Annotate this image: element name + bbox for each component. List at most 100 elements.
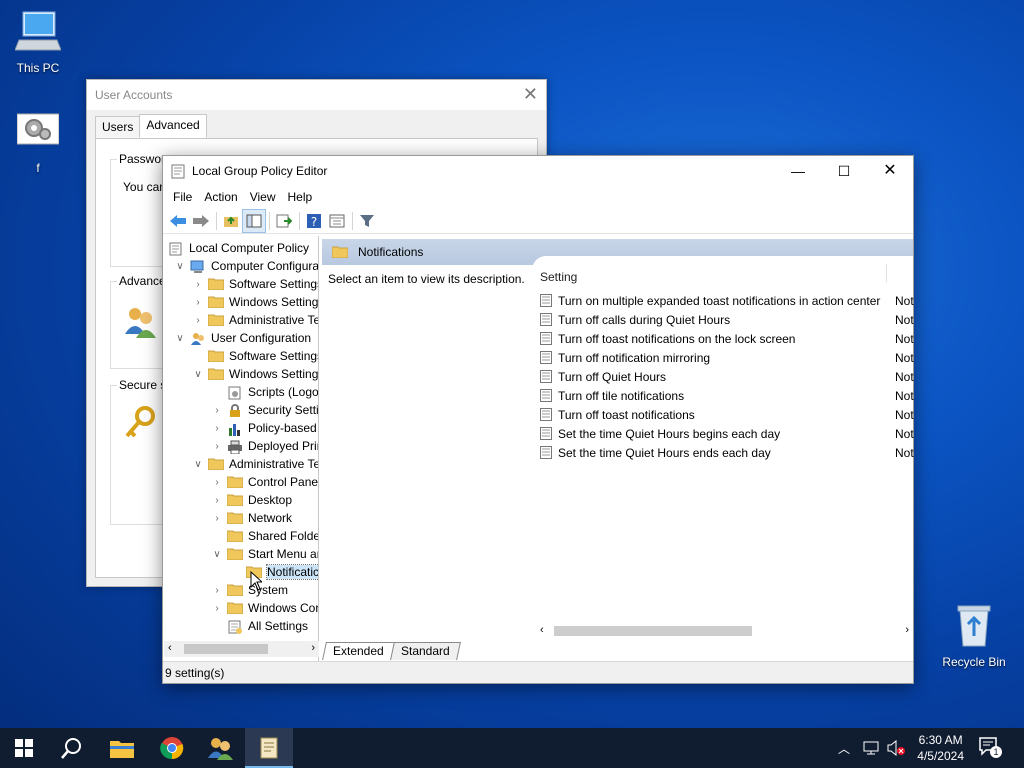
chevron-down-icon[interactable]: ∨: [174, 261, 186, 272]
scroll-thumb[interactable]: [184, 644, 268, 654]
minimize-button[interactable]: —: [775, 156, 821, 186]
menu-action[interactable]: Action: [198, 186, 243, 208]
tree-item[interactable]: ∨ Windows Setting: [192, 365, 318, 383]
list-item[interactable]: Turn off calls during Quiet Hours: [540, 310, 730, 329]
file-explorer-button[interactable]: [98, 728, 146, 768]
start-button[interactable]: [0, 728, 48, 768]
chevron-right-icon[interactable]: ›: [211, 603, 223, 614]
folder-icon: [207, 368, 225, 381]
tree-item[interactable]: All Settings: [211, 617, 308, 635]
tab-extended[interactable]: Extended: [322, 642, 395, 660]
network-icon[interactable]: [862, 740, 880, 756]
chevron-right-icon[interactable]: ›: [211, 423, 223, 434]
chevron-right-icon[interactable]: ›: [211, 513, 223, 524]
chevron-right-icon[interactable]: ›: [211, 585, 223, 596]
list-item[interactable]: Turn off toast notifications on the lock…: [540, 329, 795, 348]
chevron-right-icon[interactable]: ›: [211, 477, 223, 488]
tree-item[interactable]: › Security Settin: [211, 401, 318, 419]
chevron-right-icon[interactable]: ›: [211, 495, 223, 506]
policy-setting-icon: [540, 389, 552, 402]
tree-item-label: Computer Configura: [211, 259, 319, 273]
user-accounts-taskbar-button[interactable]: [196, 728, 244, 768]
close-button[interactable]: ✕: [867, 156, 913, 186]
chevron-down-icon[interactable]: ∨: [211, 549, 223, 560]
show-hide-tree-icon[interactable]: [242, 208, 266, 233]
volume-muted-icon[interactable]: [886, 740, 906, 756]
list-item[interactable]: Turn on multiple expanded toast notifica…: [540, 291, 880, 310]
tree-item-label: Desktop: [248, 493, 293, 507]
tree-item[interactable]: › Network: [211, 509, 292, 527]
list-item[interactable]: Turn off Quiet Hours: [540, 367, 666, 386]
settings-list: Setting Turn on multiple expanded toast …: [532, 256, 914, 630]
chevron-down-icon[interactable]: ∨: [174, 333, 186, 344]
back-arrow-icon[interactable]: [167, 210, 189, 232]
chevron-right-icon[interactable]: ›: [192, 315, 204, 326]
forward-arrow-icon[interactable]: [190, 210, 212, 232]
tree-item[interactable]: ∨ Start Menu ar: [211, 545, 318, 563]
tree-item[interactable]: Local Computer Policy: [168, 239, 309, 257]
group-policy-taskbar-button[interactable]: [245, 728, 293, 768]
menu-file[interactable]: File: [167, 186, 198, 208]
list-item[interactable]: Turn off tile notifications: [540, 386, 684, 405]
tab-advanced[interactable]: Advanced: [139, 114, 207, 138]
tree-item[interactable]: › Desktop: [211, 491, 292, 509]
column-header-setting[interactable]: Setting: [540, 270, 577, 284]
tree-item[interactable]: Software Settings: [192, 347, 318, 365]
chevron-right-icon[interactable]: ›: [192, 297, 204, 308]
tree-item[interactable]: › Policy-based: [211, 419, 317, 437]
tree-item[interactable]: › Software Settings: [192, 275, 318, 293]
export-list-icon[interactable]: [273, 210, 295, 232]
tree-item[interactable]: › Administrative Te: [192, 311, 319, 329]
chevron-right-icon[interactable]: ›: [192, 279, 204, 290]
tab-users[interactable]: Users: [95, 116, 141, 140]
scroll-left-icon[interactable]: ‹: [540, 624, 544, 636]
system-clock[interactable]: 6:30 AM 4/5/2024: [917, 732, 964, 764]
scroll-left-icon[interactable]: ‹: [168, 642, 172, 654]
menu-help[interactable]: Help: [282, 186, 319, 208]
properties-icon[interactable]: [326, 210, 348, 232]
chevron-down-icon[interactable]: ∨: [192, 369, 204, 380]
desktop-icon-f[interactable]: f: [0, 112, 76, 175]
up-folder-icon[interactable]: [220, 210, 242, 232]
filter-icon[interactable]: [356, 210, 378, 232]
list-item[interactable]: Turn off notification mirroring: [540, 348, 710, 367]
desktop-icon-this-pc[interactable]: This PC: [0, 10, 76, 75]
close-icon[interactable]: ✕: [523, 84, 538, 105]
tree-item[interactable]: Notificatic: [230, 563, 318, 581]
mouse-cursor-icon: [250, 571, 262, 591]
chevron-up-icon[interactable]: ︿: [838, 740, 850, 757]
scroll-right-icon[interactable]: ›: [905, 624, 909, 636]
search-button[interactable]: [48, 728, 96, 768]
tree-item[interactable]: ∨ Administrative Te: [192, 455, 318, 473]
tree-item[interactable]: Scripts (Logo: [211, 383, 318, 401]
menu-view[interactable]: View: [244, 186, 282, 208]
tree-item[interactable]: ∨ User Configuration: [174, 329, 311, 347]
maximize-button[interactable]: ☐: [821, 156, 867, 186]
chevron-down-icon[interactable]: ∨: [192, 459, 204, 470]
scroll-right-icon[interactable]: ›: [311, 642, 315, 654]
tree-item[interactable]: Shared Folder: [211, 527, 318, 545]
list-item[interactable]: Turn off toast notifications: [540, 405, 695, 424]
tree-hscrollbar[interactable]: ‹ ›: [164, 641, 319, 657]
chevron-right-icon[interactable]: ›: [211, 441, 223, 452]
tree-item-label: Administrative Te: [229, 313, 319, 327]
settings-list-icon: [227, 620, 243, 634]
users-icon: [208, 738, 233, 760]
chrome-button[interactable]: [148, 728, 196, 768]
list-item[interactable]: Set the time Quiet Hours begins each day: [540, 424, 780, 443]
scroll-thumb[interactable]: [554, 626, 752, 636]
desktop-icon-recycle-bin[interactable]: Recycle Bin: [936, 602, 1012, 669]
status-bar: 9 setting(s): [163, 661, 913, 683]
tab-standard[interactable]: Standard: [389, 642, 461, 660]
column-divider[interactable]: [886, 264, 887, 282]
tree-item[interactable]: › Control Panel: [211, 473, 318, 491]
list-item[interactable]: Set the time Quiet Hours ends each day: [540, 443, 771, 462]
action-center-button[interactable]: 1: [978, 736, 1008, 760]
tree-item[interactable]: › Windows Cor: [211, 599, 318, 617]
tree-item[interactable]: › Windows Setting: [192, 293, 318, 311]
list-hscrollbar[interactable]: ‹ ›: [536, 623, 913, 639]
tree-item[interactable]: › Deployed Prir: [211, 437, 318, 455]
chevron-right-icon[interactable]: ›: [211, 405, 223, 416]
help-icon[interactable]: ?: [303, 210, 325, 232]
tree-item[interactable]: ∨ Computer Configura: [174, 257, 319, 275]
